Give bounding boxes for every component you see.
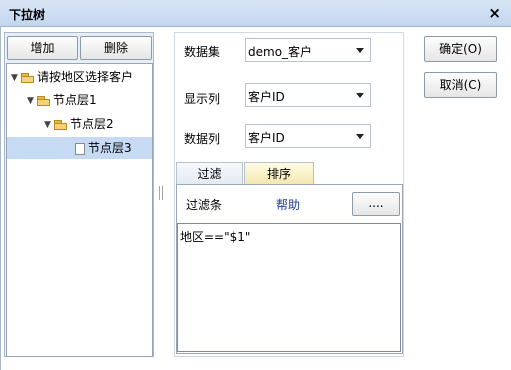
dropdown-arrow-icon [356, 48, 364, 53]
file-icon [75, 142, 85, 155]
filter-expression-text: 地区=="$1" [180, 230, 251, 244]
folder-icon [54, 119, 68, 130]
tree-node-root[interactable]: ▼ 请按地区选择客户 [11, 66, 133, 88]
add-button[interactable]: 增加 [7, 36, 78, 60]
display-column-label: 显示列 [184, 92, 221, 106]
dataset-value: demo_客户 [248, 45, 313, 59]
expand-arrow-icon[interactable]: ▼ [11, 67, 21, 89]
dataset-select[interactable]: demo_客户 [245, 38, 371, 62]
expand-arrow-icon[interactable]: ▼ [44, 114, 54, 136]
ok-button[interactable]: 确定(O) [424, 36, 497, 62]
tree-node-level1[interactable]: ▼ 节点层1 [27, 89, 97, 111]
splitter-handle[interactable] [159, 186, 163, 200]
dataset-label: 数据集 [184, 45, 221, 59]
folder-icon [37, 95, 51, 106]
tree-node-level3[interactable]: 节点层3 [7, 137, 152, 159]
data-column-label: 数据列 [184, 132, 221, 146]
dropdown-arrow-icon [356, 134, 364, 139]
display-column-value: 客户ID [248, 90, 285, 104]
cancel-button[interactable]: 取消(C) [424, 72, 497, 98]
tree-node-label: 节点层3 [88, 141, 132, 155]
close-icon[interactable]: × [488, 4, 501, 22]
filter-condition-label: 过滤条 [186, 198, 223, 212]
display-column-select[interactable]: 客户ID [245, 83, 371, 107]
help-link[interactable]: 帮助 [276, 196, 300, 213]
data-column-select[interactable]: 客户ID [245, 124, 371, 148]
tab-filter[interactable]: 过滤 [176, 162, 243, 184]
window-title: 下拉树 [9, 8, 46, 22]
delete-button[interactable]: 删除 [80, 36, 152, 60]
filter-expression-textarea[interactable]: 地区=="$1" [177, 223, 401, 352]
expression-editor-button[interactable]: .... [352, 192, 400, 216]
data-column-value: 客户ID [248, 131, 285, 145]
tab-sort[interactable]: 排序 [244, 162, 314, 184]
tree-node-label: 节点层1 [53, 93, 97, 107]
title-bar: 下拉树 × [0, 0, 511, 27]
tree-node-level2[interactable]: ▼ 节点层2 [44, 113, 114, 135]
dropdown-arrow-icon [356, 93, 364, 98]
tree-view: ▼ 请按地区选择客户 ▼ 节点层1 ▼ 节点层2 节点层3 [6, 63, 153, 357]
tree-node-label: 节点层2 [70, 117, 114, 131]
folder-icon [21, 72, 35, 83]
tree-node-label: 请按地区选择客户 [37, 70, 134, 84]
expand-arrow-icon[interactable]: ▼ [27, 90, 37, 112]
